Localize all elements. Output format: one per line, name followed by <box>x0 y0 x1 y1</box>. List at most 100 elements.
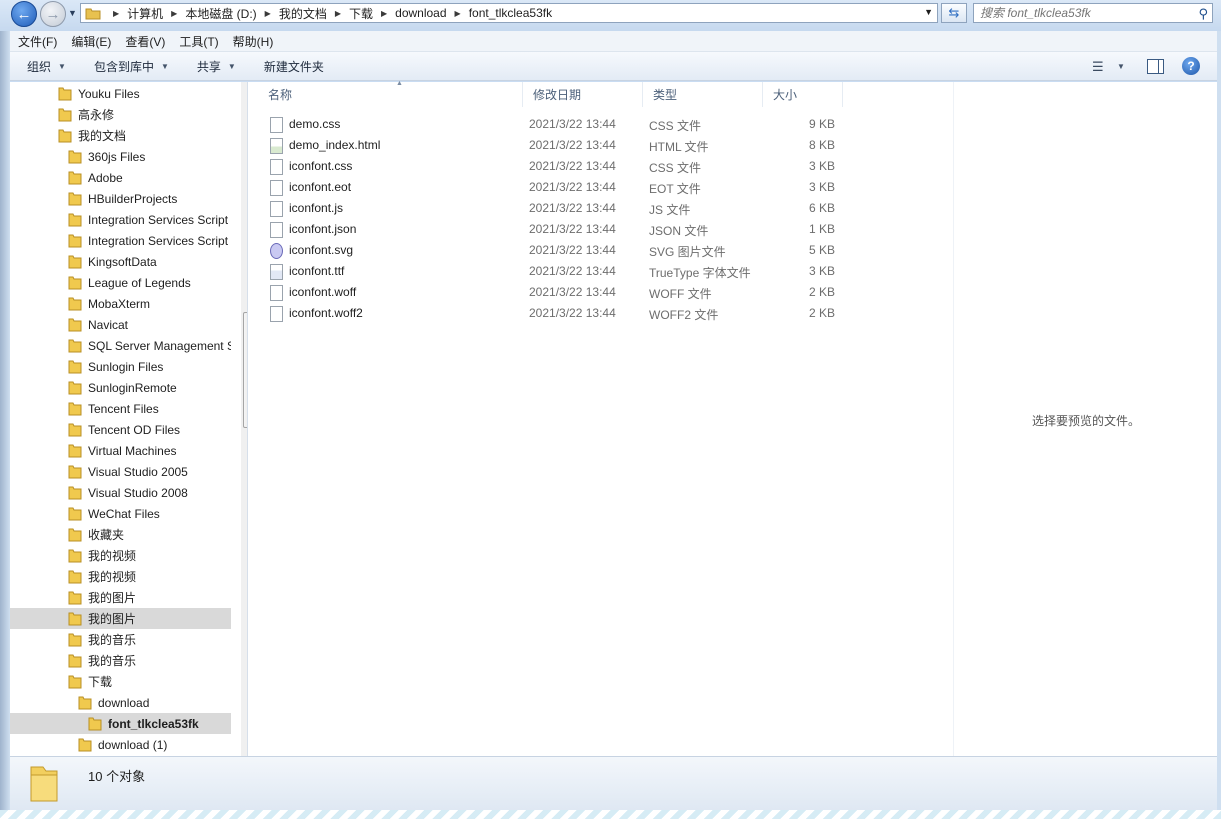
file-row[interactable]: iconfont.woff 2021/3/22 13:44 WOFF 文件 2 KB <box>268 282 848 303</box>
file-date: 2021/3/22 13:44 <box>529 138 616 152</box>
nav-item[interactable]: 我的视频 <box>10 566 231 587</box>
nav-item-label: Tencent OD Files <box>88 422 181 437</box>
chevron-right-icon[interactable]: ▶ <box>113 9 119 18</box>
nav-item[interactable]: Visual Studio 2005 <box>10 461 231 482</box>
folder-icon <box>68 381 82 395</box>
file-row[interactable]: iconfont.json 2021/3/22 13:44 JSON 文件 1 KB <box>268 219 848 240</box>
chevron-right-icon[interactable]: ▶ <box>335 9 341 18</box>
nav-item[interactable]: Sunlogin Files <box>10 356 231 377</box>
organize-button[interactable]: 组织 ▼ <box>27 58 66 75</box>
file-row[interactable]: iconfont.woff2 2021/3/22 13:44 WOFF2 文件 2 K… <box>268 303 848 324</box>
refresh-icon: ⇆ <box>948 5 960 20</box>
breadcrumb-my-documents[interactable]: 我的文档 <box>279 5 327 22</box>
chevron-right-icon[interactable]: ▶ <box>455 9 461 18</box>
chevron-right-icon[interactable]: ▶ <box>381 9 387 18</box>
refresh-button[interactable]: ⇆ <box>941 3 967 23</box>
new-folder-button[interactable]: 新建文件夹 <box>264 58 324 75</box>
menu-edit[interactable]: 编辑(E) <box>71 33 111 50</box>
nav-item[interactable]: Tencent OD Files <box>10 419 231 440</box>
nav-item[interactable]: SunloginRemote <box>10 377 231 398</box>
file-row[interactable]: iconfont.css 2021/3/22 13:44 CSS 文件 3 KB <box>268 156 848 177</box>
column-header-type[interactable]: 类型 <box>643 82 763 107</box>
nav-item[interactable]: SQL Server Management St <box>10 335 231 356</box>
column-name-label: 名称 <box>268 88 293 102</box>
nav-item[interactable]: HBuilderProjects <box>10 188 231 209</box>
forward-button[interactable]: → <box>40 1 66 27</box>
breadcrumb-downloads[interactable]: 下载 <box>349 5 373 22</box>
navigation-scrollbar[interactable]: ▲ ▼ <box>241 82 247 756</box>
nav-item[interactable]: Virtual Machines <box>10 440 231 461</box>
search-box[interactable]: ⚲ <box>973 3 1213 23</box>
include-in-library-button[interactable]: 包含到库中 ▼ <box>94 58 169 75</box>
nav-item[interactable]: League of Legends <box>10 272 231 293</box>
nav-item[interactable]: 360js Files <box>10 146 231 167</box>
file-name: iconfont.json <box>289 222 357 236</box>
breadcrumb-download[interactable]: download <box>395 6 446 20</box>
column-header-size[interactable]: 大小 <box>763 82 843 107</box>
folder-icon <box>68 444 82 458</box>
css-file-icon <box>270 159 283 175</box>
nav-item[interactable]: 我的音乐 <box>10 650 231 671</box>
search-icon[interactable]: ⚲ <box>1198 6 1208 22</box>
nav-item[interactable]: Integration Services Script C <box>10 209 231 230</box>
breadcrumb-computer[interactable]: 计算机 <box>127 5 163 22</box>
nav-item[interactable]: WeChat Files <box>10 503 231 524</box>
nav-item[interactable]: Integration Services Script T <box>10 230 231 251</box>
address-bar[interactable]: ▶ 计算机 ▶ 本地磁盘 (D:) ▶ 我的文档 ▶ 下载 ▶ download… <box>80 3 938 23</box>
nav-item[interactable]: font_tlkclea53fk <box>10 713 231 734</box>
file-row[interactable]: iconfont.svg 2021/3/22 13:44 SVG 图片文件 5 KB <box>268 240 848 261</box>
nav-item[interactable]: 我的视频 <box>10 545 231 566</box>
file-row[interactable]: iconfont.ttf 2021/3/22 13:44 TrueType 字体文件… <box>268 261 848 282</box>
window-frame-bottom <box>0 810 1221 819</box>
nav-item-label: HBuilderProjects <box>88 191 178 206</box>
file-row[interactable]: demo.css 2021/3/22 13:44 CSS 文件 9 KB <box>268 114 848 135</box>
nav-item[interactable]: 我的图片 <box>10 587 231 608</box>
html-file-icon <box>270 138 283 154</box>
menu-view[interactable]: 查看(V) <box>125 33 165 50</box>
share-button[interactable]: 共享 ▼ <box>197 58 236 75</box>
chevron-down-icon[interactable]: ▼ <box>1117 62 1125 71</box>
nav-item[interactable]: 我的音乐 <box>10 629 231 650</box>
address-dropdown-icon[interactable]: ▼ <box>924 7 933 17</box>
chevron-right-icon[interactable]: ▶ <box>171 9 177 18</box>
file-name: iconfont.svg <box>289 243 354 257</box>
column-header-name[interactable]: 名称 <box>258 82 523 107</box>
search-input[interactable] <box>974 6 1184 20</box>
nav-item[interactable]: Navicat <box>10 314 231 335</box>
menu-file[interactable]: 文件(F) <box>18 33 57 50</box>
recent-locations-dropdown[interactable]: ▼ <box>68 8 77 18</box>
file-row[interactable]: iconfont.eot 2021/3/22 13:44 EOT 文件 3 KB <box>268 177 848 198</box>
back-button[interactable]: ← <box>11 1 37 27</box>
file-date: 2021/3/22 13:44 <box>529 306 616 320</box>
nav-item[interactable]: Adobe <box>10 167 231 188</box>
preview-pane-toggle[interactable] <box>1147 59 1164 74</box>
nav-item[interactable]: 我的文档 <box>10 125 231 146</box>
nav-item[interactable]: Visual Studio 2008 <box>10 482 231 503</box>
nav-item[interactable]: download <box>10 692 231 713</box>
nav-item[interactable]: MobaXterm <box>10 293 231 314</box>
nav-item[interactable]: 下载 <box>10 671 231 692</box>
nav-item[interactable]: download (1) <box>10 734 231 755</box>
breadcrumb-local-disk[interactable]: 本地磁盘 (D:) <box>185 5 256 22</box>
column-header-date[interactable]: 修改日期 <box>523 82 643 107</box>
file-row[interactable]: demo_index.html 2021/3/22 13:44 HTML 文件 8 K… <box>268 135 848 156</box>
nav-item[interactable]: 收藏夹 <box>10 524 231 545</box>
view-options-icon[interactable]: ☰ <box>1092 59 1104 75</box>
nav-item[interactable]: Youku Files <box>10 83 231 104</box>
breadcrumb-current-folder[interactable]: font_tlkclea53fk <box>469 6 552 20</box>
help-icon[interactable]: ? <box>1182 57 1200 75</box>
folder-icon <box>68 423 82 437</box>
nav-item[interactable]: 高永修 <box>10 104 231 125</box>
nav-item[interactable]: KingsoftData <box>10 251 231 272</box>
file-name: iconfont.ttf <box>289 264 345 278</box>
nav-item[interactable]: 我的图片 <box>10 608 231 629</box>
folder-icon <box>68 318 82 332</box>
folder-icon <box>68 234 82 248</box>
column-type-label: 类型 <box>653 88 678 102</box>
nav-item-label: SunloginRemote <box>88 380 177 395</box>
menu-help[interactable]: 帮助(H) <box>233 33 274 50</box>
nav-item[interactable]: Tencent Files <box>10 398 231 419</box>
file-row[interactable]: iconfont.js 2021/3/22 13:44 JS 文件 6 KB <box>268 198 848 219</box>
menu-tools[interactable]: 工具(T) <box>179 33 218 50</box>
chevron-right-icon[interactable]: ▶ <box>265 9 271 18</box>
